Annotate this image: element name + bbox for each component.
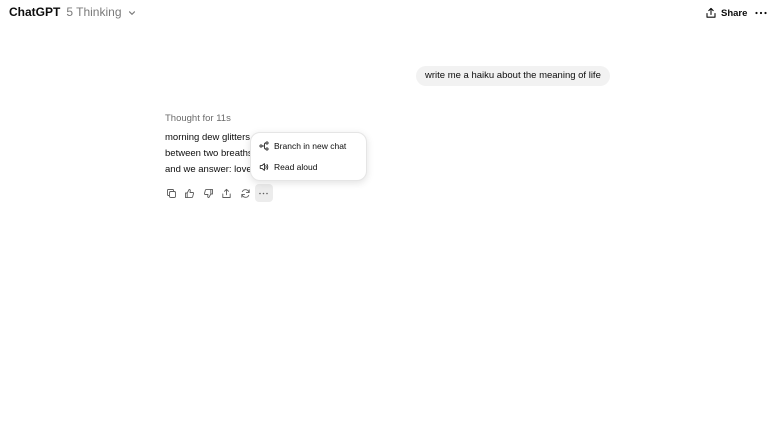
- share-icon: [706, 7, 716, 18]
- menu-item-label: Branch in new chat: [274, 141, 347, 151]
- more-icon: [755, 11, 767, 15]
- user-message: write me a haiku about the meaning of li…: [416, 66, 610, 86]
- chevron-down-icon: [128, 10, 135, 15]
- regenerate-button[interactable]: [236, 184, 255, 202]
- model-variant: 5 Thinking: [66, 5, 122, 19]
- menu-item-label: Read aloud: [274, 162, 318, 172]
- more-actions-menu: Branch in new chat Read aloud: [250, 132, 367, 181]
- more-icon: [259, 192, 269, 194]
- thumbs-down-icon: [203, 188, 213, 198]
- thumbs-up-icon: [185, 188, 195, 198]
- top-bar: ChatGPT 5 Thinking Share: [0, 0, 768, 28]
- share-icon: [222, 188, 231, 198]
- regenerate-icon: [241, 188, 250, 198]
- response-line: between two breaths: [165, 148, 253, 159]
- model-selector[interactable]: ChatGPT 5 Thinking: [9, 5, 137, 19]
- share-response-button[interactable]: [218, 184, 237, 202]
- speaker-icon: [259, 163, 269, 171]
- menu-item-branch-in-new-chat[interactable]: Branch in new chat: [259, 138, 346, 154]
- copy-button[interactable]: [162, 184, 181, 202]
- menu-item-read-aloud[interactable]: Read aloud: [259, 159, 317, 175]
- copy-icon: [166, 188, 176, 198]
- share-label: Share: [721, 7, 748, 19]
- share-button[interactable]: Share: [705, 4, 747, 22]
- bad-response-button[interactable]: [199, 184, 218, 202]
- response-action-bar: [162, 184, 273, 202]
- response-line: morning dew glitters: [165, 132, 251, 143]
- thought-duration[interactable]: Thought for 11s: [165, 113, 231, 124]
- branch-icon: [259, 141, 269, 151]
- good-response-button[interactable]: [181, 184, 200, 202]
- more-actions-button[interactable]: [254, 184, 273, 202]
- response-line: and we answer: love: [165, 164, 252, 175]
- more-options-button[interactable]: [753, 6, 768, 20]
- model-name: ChatGPT: [9, 5, 61, 19]
